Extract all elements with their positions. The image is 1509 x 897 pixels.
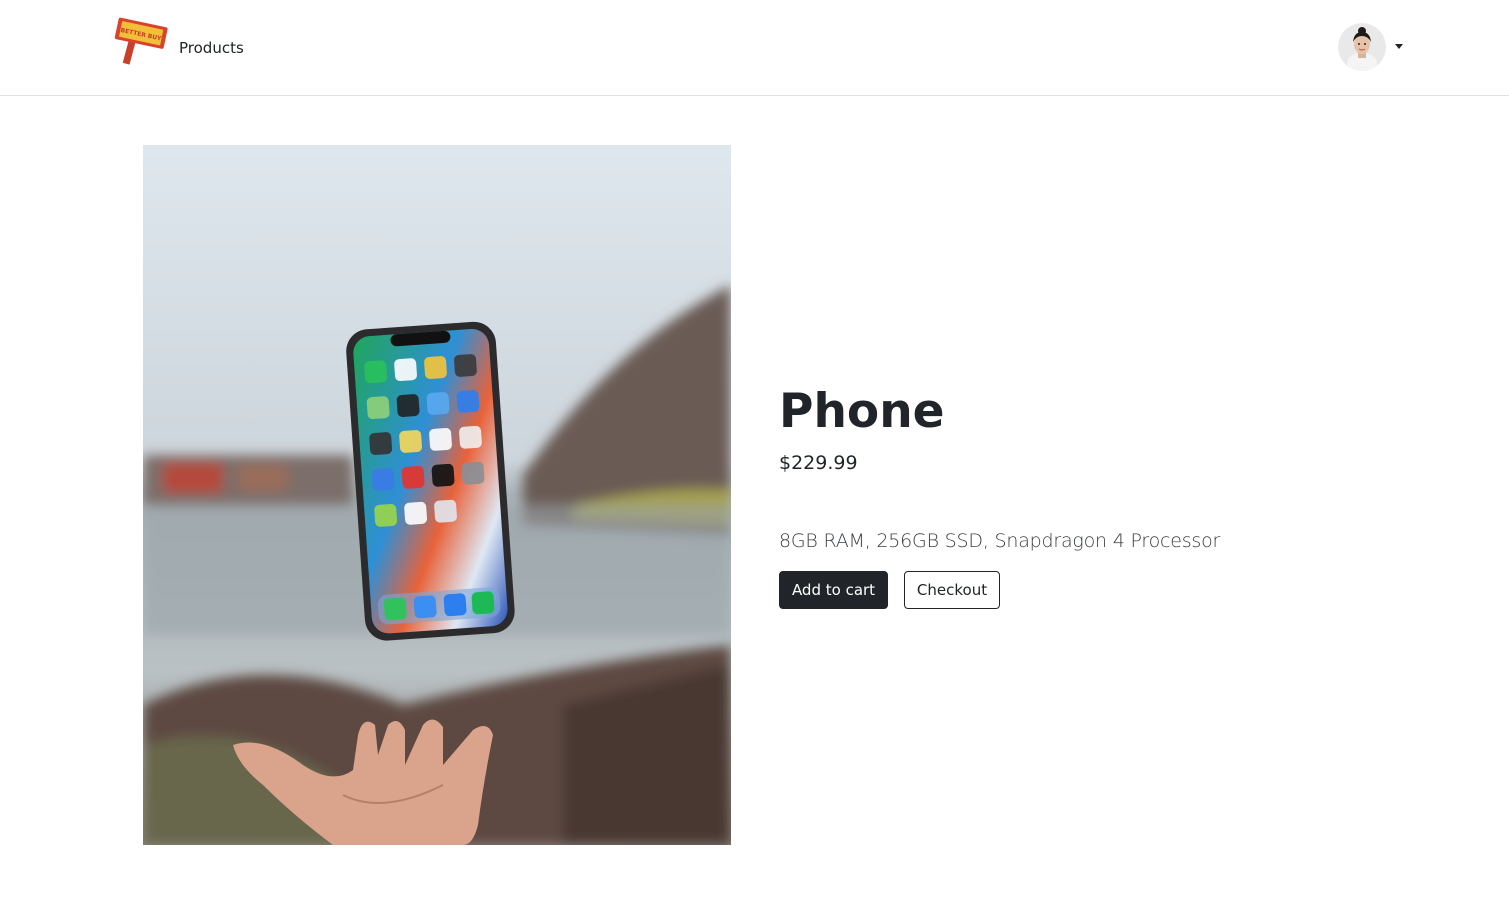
caret-down-icon[interactable]: [1395, 44, 1403, 49]
brand-logo[interactable]: BETTER BUY: [112, 16, 172, 66]
product-price: $229.99: [779, 452, 858, 474]
product-title: Phone: [779, 384, 945, 439]
navbar: BETTER BUY Products: [0, 0, 1509, 96]
nav-products-link[interactable]: Products: [179, 38, 244, 58]
add-to-cart-button[interactable]: Add to cart: [779, 571, 888, 609]
user-avatar[interactable]: [1338, 23, 1386, 71]
checkout-button[interactable]: Checkout: [904, 571, 1000, 609]
user-avatar-icon: [1338, 23, 1386, 71]
product-description: 8GB RAM, 256GB SSD, Snapdragon 4 Process…: [779, 530, 1221, 552]
better-buy-logo-icon: BETTER BUY: [114, 17, 168, 65]
product-image: [143, 145, 731, 845]
phone-photo-icon: [143, 145, 731, 845]
